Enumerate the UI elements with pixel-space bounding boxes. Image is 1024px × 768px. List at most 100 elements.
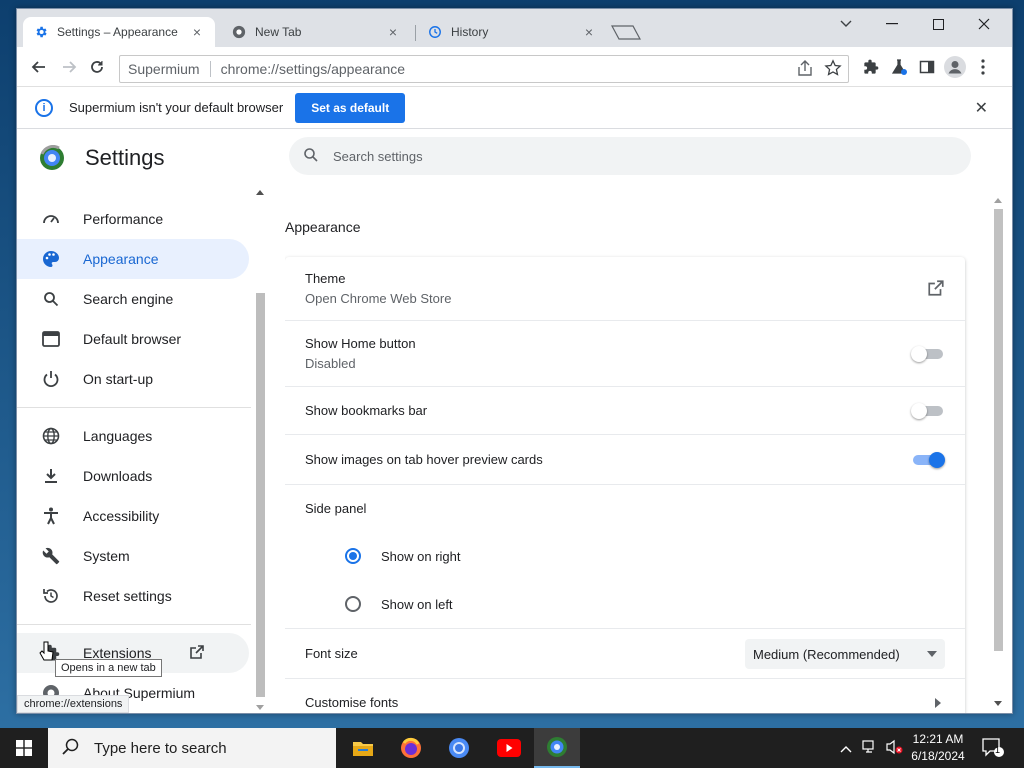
share-icon[interactable]	[796, 58, 814, 81]
sidebar-item-default-browser[interactable]: Default browser	[17, 319, 249, 359]
search-icon	[41, 289, 61, 309]
palette-icon	[41, 249, 61, 269]
search-settings-input[interactable]: Search settings	[289, 137, 971, 175]
appearance-section: Appearance Theme Open Chrome Web Store S…	[285, 185, 989, 713]
close-icon[interactable]: ×	[385, 24, 401, 40]
labs-flask-icon[interactable]	[885, 53, 913, 81]
file-explorer-icon[interactable]	[340, 728, 386, 768]
home-button-toggle[interactable]	[911, 346, 943, 362]
tab-new-tab[interactable]: New Tab ×	[221, 17, 411, 47]
sidebar-item-downloads[interactable]: Downloads	[17, 456, 249, 496]
page-title: Settings	[85, 145, 165, 170]
taskbar-clock[interactable]: 12:21 AM 6/18/2024	[900, 731, 976, 765]
sidebar-item-label: Downloads	[83, 468, 153, 484]
row-label: Customise fonts	[305, 695, 399, 710]
menu-kebab-icon[interactable]	[969, 53, 997, 81]
nav-divider	[17, 407, 251, 408]
home-button-row: Show Home button Disabled	[285, 321, 965, 387]
address-bar[interactable]: Supermium chrome://settings/appearance	[119, 55, 849, 83]
default-browser-infobar: i Supermium isn't your default browser S…	[17, 87, 1012, 129]
history-icon	[427, 24, 443, 40]
extensions-puzzle-icon[interactable]	[857, 53, 885, 81]
side-panel-icon[interactable]	[913, 53, 941, 81]
radio-show-on-left[interactable]	[345, 596, 361, 612]
hover-cards-toggle[interactable]	[913, 452, 945, 468]
set-as-default-button[interactable]: Set as default	[295, 92, 406, 123]
row-label: Show bookmarks bar	[305, 403, 428, 418]
maximize-button[interactable]	[915, 9, 961, 39]
tab-search-icon[interactable]	[823, 9, 869, 39]
chevron-up-icon[interactable]	[840, 741, 852, 756]
row-sublabel: Disabled	[305, 356, 356, 371]
tab-settings-appearance[interactable]: Settings – Appearance ×	[23, 17, 215, 47]
sidebar-item-label: System	[83, 548, 130, 564]
close-window-button[interactable]	[961, 9, 1007, 39]
network-icon[interactable]	[862, 739, 878, 757]
profile-avatar-icon[interactable]	[941, 53, 969, 81]
external-link-icon[interactable]	[927, 279, 945, 300]
info-icon: i	[35, 98, 53, 117]
section-title: Appearance	[285, 219, 361, 235]
back-button[interactable]	[25, 53, 53, 81]
chromium-icon[interactable]	[436, 728, 482, 768]
bookmarks-bar-toggle[interactable]	[911, 403, 943, 419]
settings-page: Settings Search settings Performance App…	[17, 129, 1012, 713]
url-text: chrome://settings/appearance	[220, 61, 406, 77]
bookmark-star-icon[interactable]	[824, 58, 842, 81]
notification-icon[interactable]: 1	[982, 738, 1004, 761]
supermium-icon[interactable]	[534, 728, 580, 768]
omnibox-actions	[796, 58, 842, 81]
taskbar-search-placeholder: Type here to search	[94, 739, 227, 757]
close-icon[interactable]: ✕	[975, 98, 988, 118]
tooltip: Opens in a new tab	[55, 659, 162, 677]
radio-show-on-right[interactable]	[345, 548, 361, 564]
radio-label: Show on right	[381, 549, 461, 564]
font-size-row: Font size Medium (Recommended)	[285, 629, 965, 679]
tab-label: Settings – Appearance	[57, 25, 178, 39]
hover-cards-row: Show images on tab hover preview cards	[285, 435, 965, 485]
sidebar-item-system[interactable]: System	[17, 536, 249, 576]
chrome-icon	[231, 24, 247, 40]
minimize-button[interactable]	[869, 9, 915, 39]
font-size-select[interactable]: Medium (Recommended)	[745, 639, 945, 669]
mouse-cursor-icon	[39, 641, 55, 666]
sidebar-item-reset-settings[interactable]: Reset settings	[17, 576, 249, 616]
chevron-down-icon	[927, 651, 937, 657]
forward-button[interactable]	[55, 53, 83, 81]
sidebar-item-label: On start-up	[83, 371, 154, 387]
firefox-icon[interactable]	[388, 728, 434, 768]
theme-row[interactable]: Theme Open Chrome Web Store	[285, 257, 965, 321]
select-value: Medium (Recommended)	[753, 646, 900, 662]
search-icon	[303, 147, 319, 166]
reload-button[interactable]	[83, 53, 111, 81]
customise-fonts-row[interactable]: Customise fonts	[285, 679, 965, 713]
youtube-icon[interactable]	[486, 728, 532, 768]
sidebar-item-search-engine[interactable]: Search engine	[17, 279, 249, 319]
chevron-right-icon	[935, 696, 941, 711]
accessibility-icon	[41, 506, 61, 526]
sidebar-item-performance[interactable]: Performance	[17, 199, 249, 239]
sidebar-item-label: Appearance	[83, 251, 159, 267]
wrench-icon	[41, 546, 61, 566]
taskbar-search-input[interactable]: Type here to search	[48, 728, 336, 768]
content-scroll-thumb[interactable]	[994, 209, 1003, 651]
tab-history[interactable]: History ×	[417, 17, 607, 47]
close-icon[interactable]: ×	[581, 24, 597, 40]
sidebar-scrollbar[interactable]	[253, 185, 267, 710]
settings-sidebar: Performance Appearance Search engine Def…	[17, 185, 267, 713]
content-scrollbar[interactable]	[991, 193, 1005, 713]
toolbar: Supermium chrome://settings/appearance	[17, 47, 1012, 87]
sidebar-item-on-startup[interactable]: On start-up	[17, 359, 249, 399]
taskbar: Type here to search 12:21 AM 6/18/2024 1	[0, 728, 1024, 768]
new-tab-button[interactable]	[610, 23, 642, 41]
sidebar-item-appearance[interactable]: Appearance	[17, 239, 249, 279]
close-icon[interactable]: ×	[189, 24, 205, 40]
sidebar-item-label: Performance	[83, 211, 164, 227]
sidebar-item-languages[interactable]: Languages	[17, 416, 249, 456]
row-label: Side panel	[305, 501, 367, 516]
sidebar-item-accessibility[interactable]: Accessibility	[17, 496, 249, 536]
sidebar-scroll-thumb[interactable]	[256, 293, 265, 697]
browser-window-icon	[41, 329, 61, 349]
sidebar-item-label: Reset settings	[83, 588, 172, 604]
windows-start-icon[interactable]	[0, 728, 48, 768]
